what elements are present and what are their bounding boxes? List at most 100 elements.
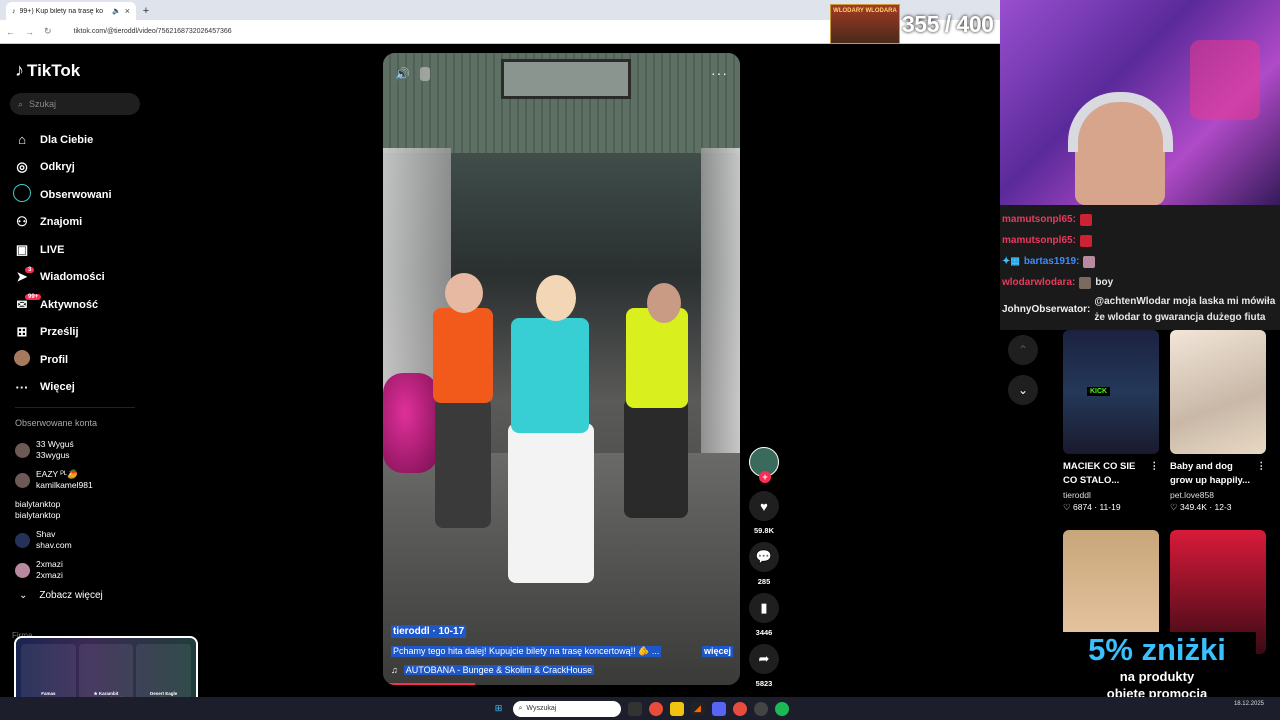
video-person (511, 318, 589, 433)
chat-user: JohnyObserwator: (1002, 304, 1091, 315)
tiktok-logo[interactable]: ♪ TikTok (15, 60, 80, 81)
chat-user: mamutsonpl65: (1002, 235, 1076, 246)
folder-icon[interactable] (669, 701, 684, 716)
account-item[interactable]: 33 Wyguś 33wygus (15, 435, 140, 465)
bookmark-icon[interactable]: ▮ (749, 593, 779, 623)
video-description: Pchamy tego hita dalej! Kupujcie bilety … (391, 646, 662, 657)
video-person (626, 308, 688, 408)
music-title[interactable]: AUTOBANA - Bungee & Skolim & CrackHouse (403, 665, 595, 675)
nav-label: Prześlij (40, 326, 79, 339)
nav-item-more[interactable]: ··· Więcej (13, 374, 138, 402)
task-view-icon[interactable] (627, 701, 642, 716)
creator-avatar[interactable]: + (749, 447, 779, 483)
nav-item-live[interactable]: ▣ LIVE (13, 236, 138, 264)
account-item[interactable]: EAZY ᴾᴸ🥭 kamilkamel981 (15, 465, 140, 495)
video-person (508, 423, 594, 583)
avatar (15, 562, 30, 578)
app-icon[interactable]: ◢ (690, 701, 705, 716)
heart-icon[interactable]: ♥ (749, 491, 779, 521)
following-icon (13, 184, 31, 205)
chat-message: ✦▦ bartas1919: (1002, 251, 1278, 272)
emote-icon (1079, 276, 1092, 289)
share-count: 5823 (755, 679, 773, 688)
nav-item-friends[interactable]: ⚇ Znajomi (13, 209, 138, 237)
forward-icon[interactable]: → (25, 27, 34, 37)
video-person (647, 283, 681, 323)
account-item[interactable]: Shav shav.com (15, 525, 140, 555)
new-tab-button[interactable]: + (136, 2, 156, 20)
nav-item-upload[interactable]: ⊞ Prześlij (13, 319, 138, 347)
video-person (435, 398, 491, 528)
counter-badge: WLODARY WLODARA (830, 4, 900, 44)
video-frame-car (383, 373, 438, 473)
nav-label: Znajomi (40, 216, 83, 229)
chevron-up-icon: ⌃ (1017, 343, 1029, 357)
volume-icon[interactable]: 🔊 (395, 67, 410, 81)
nav-label: Odkryj (40, 161, 75, 174)
chrome-icon[interactable] (732, 701, 747, 716)
nav-item-activity[interactable]: ✉ 99+ Aktywność (13, 291, 138, 319)
account-handle: 2xmazi (36, 570, 63, 580)
nav-item-following[interactable]: Obserwowani (13, 181, 138, 209)
more-description-link[interactable]: więcej (701, 646, 733, 657)
follow-plus-icon[interactable]: + (759, 471, 771, 483)
nav-item-messages[interactable]: ➤ 3 Wiadomości (13, 264, 138, 292)
recommended-video[interactable]: Baby and dog grow up happily... ⋮ pet.lov… (1170, 330, 1266, 513)
save-count: 3446 (755, 628, 773, 637)
skin-card: ★ KarambitCase Hardened (78, 644, 134, 704)
heart-icon: ♡ (1063, 502, 1071, 512)
emote-icon (1079, 234, 1092, 247)
chrome-icon[interactable] (648, 701, 663, 716)
video-player[interactable]: 🔊 ··· tieroddl · 10-17 Pchamy tego hita … (383, 53, 740, 685)
volume-slider[interactable] (419, 67, 430, 81)
nav-item-explore[interactable]: ◎ Odkryj (13, 154, 138, 182)
video-title: Baby and dog grow up happily... (1170, 461, 1251, 486)
kick-tag: KICK (1087, 387, 1111, 396)
video-actions: + ♥ 59.8K 💬 285 ▮ 3446 ➦ 5823 (748, 447, 780, 695)
chevron-down-icon: ⌄ (19, 590, 28, 601)
video-caption: tieroddl · 10-17 Pchamy tego hita dalej!… (391, 625, 733, 675)
browser-tab[interactable]: ♪ 99+) Kup bilety na trasę ko 🔈 × (6, 2, 136, 20)
more-options-icon[interactable]: ··· (711, 65, 728, 81)
search-input[interactable]: ⌕ Szukaj (10, 93, 140, 115)
obs-icon[interactable] (753, 701, 768, 716)
video-author[interactable]: pet.love858 (1170, 490, 1266, 500)
comment-action: 💬 285 (748, 542, 780, 586)
live-icon: ▣ (15, 241, 29, 257)
next-video-button[interactable]: ⌄ (1008, 375, 1038, 405)
account-item[interactable]: bialytanktop bialytanktop (15, 495, 140, 525)
skin-card: Desert EagleEmerald Dragon (136, 644, 192, 704)
share-icon[interactable]: ➦ (749, 644, 779, 674)
nav-item-for-you[interactable]: ⌂ Dla Ciebie (13, 126, 138, 154)
see-more-button[interactable]: ⌄ Zobacz więcej (19, 590, 103, 601)
speaker-icon[interactable]: 🔈 (112, 7, 121, 15)
windows-start-icon[interactable]: ⊞ (492, 702, 506, 716)
account-name: 2xmazi (36, 559, 63, 569)
back-icon[interactable]: ← (6, 27, 15, 37)
url-field[interactable]: tiktok.com/@tieroddl/video/7562168732026… (74, 28, 232, 35)
messages-badge: 3 (25, 266, 35, 273)
account-handle: shav.com (36, 540, 72, 550)
previous-video-button[interactable]: ⌃ (1008, 335, 1038, 365)
more-icon[interactable]: ⋮ (1257, 460, 1267, 488)
spotify-icon[interactable] (774, 701, 789, 716)
webcam-light (1190, 40, 1260, 120)
music-note-icon: ♫ (391, 665, 398, 675)
taskbar-search[interactable]: ⌕ Wyszukaj (512, 700, 621, 717)
nav-item-profile[interactable]: Profil (13, 346, 138, 374)
video-author[interactable]: tieroddl (1063, 490, 1159, 500)
video-progress-bar[interactable] (388, 683, 475, 685)
video-author[interactable]: tieroddl · 10-17 (391, 625, 467, 638)
account-item[interactable]: 2xmazi 2xmazi (15, 555, 140, 585)
chat-message: mamutsonpl65: (1002, 230, 1278, 251)
recommended-video[interactable]: KICK MACIEK CO SIE CO STALO... ⋮ tieroddl… (1063, 330, 1159, 513)
comment-icon[interactable]: 💬 (749, 542, 779, 572)
account-handle: bialytanktop (15, 510, 61, 520)
video-person (433, 308, 493, 403)
reload-icon[interactable]: ↻ (44, 26, 52, 37)
promo-discount: 5% zniżki (1088, 632, 1226, 667)
more-icon[interactable]: ⋮ (1150, 460, 1160, 488)
close-tab-icon[interactable]: × (125, 6, 130, 16)
discord-icon[interactable] (711, 701, 726, 716)
avatar (15, 442, 30, 458)
